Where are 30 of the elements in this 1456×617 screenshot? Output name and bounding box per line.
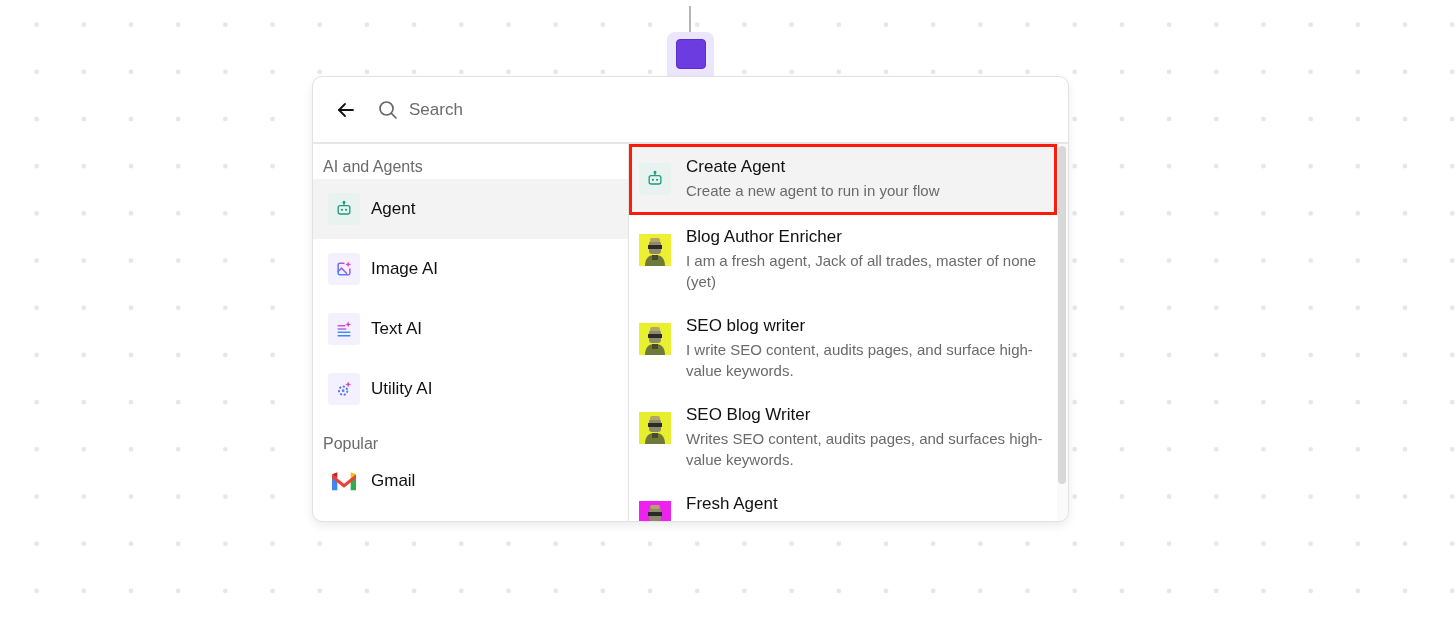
text-ai-icon xyxy=(328,313,360,345)
agent-title: Create Agent xyxy=(686,156,787,178)
robot-icon xyxy=(639,162,671,195)
agent-item[interactable]: SEO Blog Writer Writes SEO content, audits pages, and surfaces high-value keywords. xyxy=(629,393,1057,482)
agent-description: I write SEO content, audits pages, and surface high-value keywords. xyxy=(686,340,1034,381)
section-heading: AI and Agents xyxy=(322,157,424,177)
agent-title: SEO blog writer xyxy=(686,315,807,337)
search-icon xyxy=(377,98,399,121)
agent-item[interactable]: Blog Author Enricher I am a fresh agent, Jack of all trades, master of none (yet) xyxy=(629,215,1057,304)
agent-item[interactable]: Fresh Agent xyxy=(629,482,1057,521)
agent-title: SEO Blog Writer xyxy=(686,404,812,426)
agent-description: Create a new agent to run in your flow xyxy=(686,181,940,201)
category-item[interactable]: Gmail xyxy=(313,456,628,506)
agent-description: I am a fresh agent, Jack of all trades, master of none (yet) xyxy=(686,251,1038,292)
category-item[interactable]: Agent xyxy=(313,179,628,239)
category-item[interactable]: Image AI xyxy=(313,239,628,299)
search-field[interactable]: Search xyxy=(407,98,711,121)
category-item[interactable]: Text AI xyxy=(313,299,628,359)
flow-node[interactable] xyxy=(667,32,714,76)
robot-icon xyxy=(328,193,360,225)
agent-title: Fresh Agent xyxy=(686,493,778,515)
agent-description: Writes SEO content, audits pages, and surfaces high-value keywords. xyxy=(686,429,1044,470)
category-item[interactable]: Utility AI xyxy=(313,359,628,419)
agent-item[interactable]: SEO blog writer I write SEO content, audits pages, and surface high-value keywords. xyxy=(629,304,1057,393)
agent-item[interactable]: Create Agent Create a new agent to run in your flow xyxy=(629,144,1057,215)
utility-ai-icon xyxy=(328,373,360,405)
section-heading: Popular xyxy=(322,434,380,454)
scrollbar-thumb[interactable] xyxy=(1058,146,1066,484)
image-ai-icon xyxy=(328,253,360,285)
agent-title: Blog Author Enricher xyxy=(686,226,843,248)
